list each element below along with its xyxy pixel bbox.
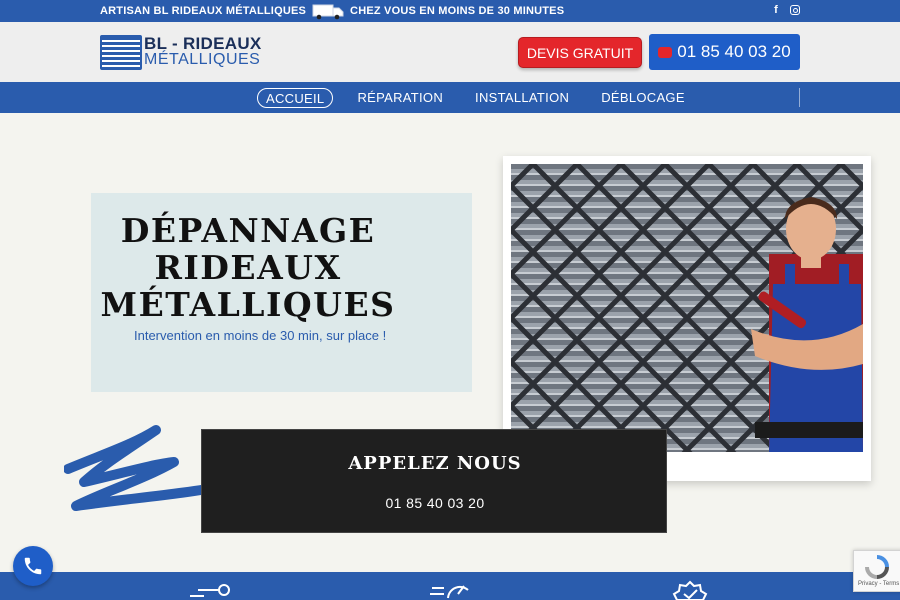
site-header: BL - RIDEAUX MÉTALLIQUES DEVIS GRATUIT 0… bbox=[0, 22, 900, 82]
nav-divider bbox=[799, 88, 800, 107]
promise-text: CHEZ VOUS EN MOINS DE 30 MINUTES bbox=[350, 5, 565, 17]
recaptcha-icon bbox=[865, 555, 889, 579]
logo-line-2: MÉTALLIQUES bbox=[144, 51, 261, 68]
quality-badge-icon bbox=[672, 580, 708, 600]
nav-item-installation[interactable]: INSTALLATION bbox=[467, 88, 577, 108]
recaptcha-links[interactable]: Privacy - Terms bbox=[858, 581, 899, 587]
features-band bbox=[0, 572, 900, 600]
hero-title-line: DÉPANNAGE bbox=[120, 211, 376, 250]
nav-menu: ACCUEIL RÉPARATION INSTALLATION DÉBLOCAG… bbox=[257, 88, 709, 108]
phone-icon bbox=[24, 557, 42, 575]
devis-gratuit-button[interactable]: DEVIS GRATUIT bbox=[518, 37, 642, 68]
technician-shutter-photo bbox=[511, 164, 863, 452]
hero-title: DÉPANNAGE RIDEAUX MÉTALLIQUES bbox=[91, 212, 405, 323]
instagram-icon[interactable] bbox=[790, 5, 800, 15]
call-to-action-box[interactable]: APPELEZ NOUS 01 85 40 03 20 bbox=[201, 429, 667, 533]
phone-call-button[interactable]: 01 85 40 03 20 bbox=[649, 34, 800, 70]
nav-item-reparation[interactable]: RÉPARATION bbox=[349, 88, 451, 108]
artisan-text: ARTISAN BL RIDEAUX MÉTALLIQUES bbox=[100, 5, 307, 17]
nav-item-accueil[interactable]: ACCUEIL bbox=[257, 88, 334, 108]
speed-icon bbox=[430, 585, 469, 599]
site-logo[interactable]: BL - RIDEAUX MÉTALLIQUES bbox=[100, 34, 261, 72]
phone-number: 01 85 40 03 20 bbox=[677, 42, 791, 61]
hero-title-line: MÉTALLIQUES bbox=[100, 285, 396, 324]
top-bar-message: ARTISAN BL RIDEAUX MÉTALLIQUES CHEZ VOUS… bbox=[100, 0, 564, 22]
hero-title-line: RIDEAUX bbox=[154, 248, 342, 287]
hero-subtitle: Intervention en moins de 30 min, sur pla… bbox=[134, 328, 387, 343]
key-icon bbox=[190, 584, 230, 597]
floating-call-button[interactable] bbox=[13, 546, 53, 586]
shutter-logo-icon bbox=[100, 35, 142, 70]
cta-phone-number[interactable]: 01 85 40 03 20 bbox=[202, 495, 668, 511]
nav-item-deblocage[interactable]: DÉBLOCAGE bbox=[593, 88, 693, 108]
cta-title: APPELEZ NOUS bbox=[348, 453, 522, 474]
facebook-icon[interactable]: f bbox=[770, 3, 782, 17]
photo-illustration bbox=[511, 164, 863, 452]
social-links: f bbox=[770, 3, 800, 17]
phone-icon bbox=[658, 46, 673, 58]
recaptcha-badge[interactable]: Privacy - Terms bbox=[853, 550, 900, 592]
main-nav: ACCUEIL RÉPARATION INSTALLATION DÉBLOCAG… bbox=[0, 82, 900, 113]
top-bar: ARTISAN BL RIDEAUX MÉTALLIQUES CHEZ VOUS… bbox=[0, 0, 900, 22]
van-icon bbox=[312, 4, 344, 20]
